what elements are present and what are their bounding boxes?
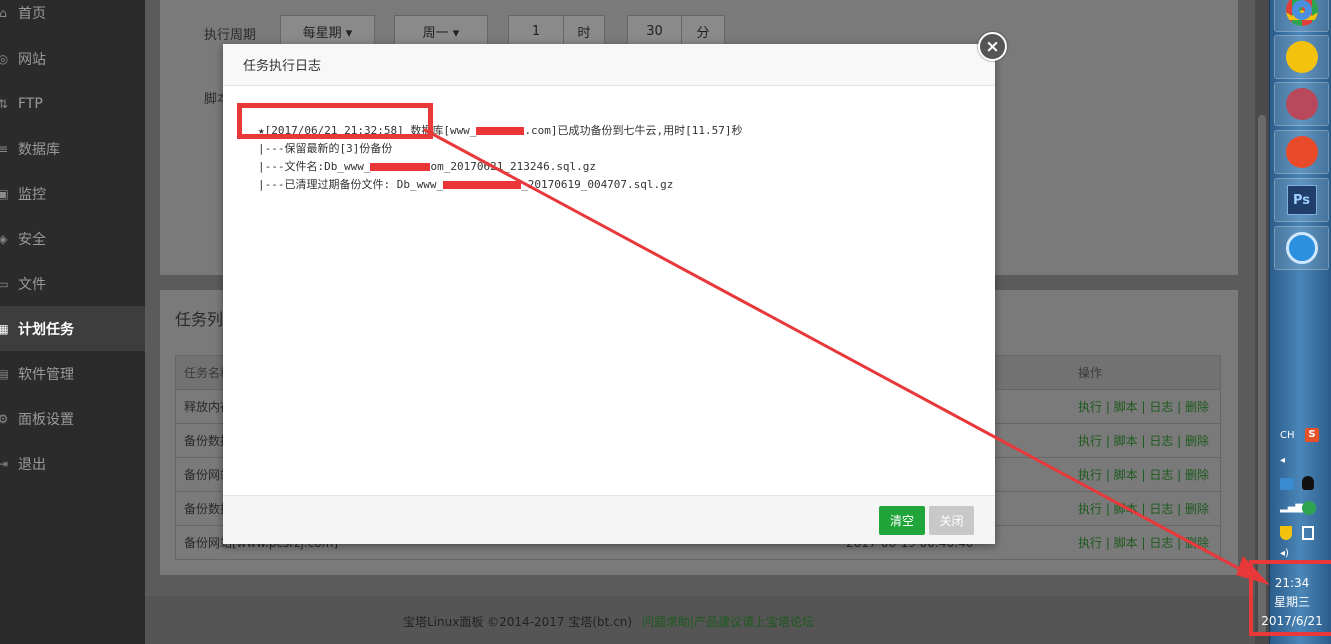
task-actions[interactable]: 执行 | 脚本 | 日志 | 删除 (1078, 398, 1209, 415)
shield-tray-icon[interactable] (1280, 526, 1292, 540)
task-list-title: 任务列 (175, 310, 224, 329)
close-button[interactable]: 关闭 (929, 506, 974, 535)
weekday-select[interactable]: 周一 ▾ (394, 15, 488, 47)
clear-button[interactable]: 清空 (879, 506, 925, 535)
redaction-mark (443, 181, 522, 189)
network-icon[interactable]: ▂▄▆ (1280, 502, 1303, 513)
sidebar-item-ftp[interactable]: ⇅ FTP (0, 81, 145, 126)
minute-unit: 分 (681, 15, 725, 47)
folder-icon: ▭ (0, 276, 9, 291)
usb-icon[interactable] (1302, 526, 1314, 540)
globe-icon: ◎ (0, 51, 9, 66)
sidebar-item-website[interactable]: ◎ 网站 (0, 36, 145, 81)
footer: 宝塔Linux面板 ©2014-2017 宝塔(bt.cn) 问题求助|产品建议… (145, 596, 1255, 644)
clock-date: 2017/6/21 (1261, 614, 1323, 628)
taskbar-music[interactable] (1274, 35, 1329, 79)
task-actions[interactable]: 执行 | 脚本 | 日志 | 删除 (1078, 534, 1209, 551)
sogou-icon[interactable]: S (1305, 428, 1319, 442)
sidebar-item-label: 退出 (18, 456, 46, 473)
sidebar-item-logout[interactable]: ⇥ 退出 (0, 441, 145, 486)
redaction-mark (476, 127, 525, 135)
photo-app-icon (1285, 88, 1318, 120)
taskbar-browser[interactable] (1274, 226, 1329, 270)
taskbar-photo-app[interactable] (1274, 82, 1329, 126)
sidebar-item-label: 软件管理 (18, 366, 74, 383)
header-ops: 操作 (1078, 366, 1103, 380)
log-line: |---保留最新的[3]份备份 (258, 142, 393, 155)
log-line: |---文件名:Db_www_ om_20170621_213246.sql.gz (258, 158, 743, 176)
taskbar-bird-app[interactable] (1274, 130, 1329, 174)
music-icon (1285, 41, 1318, 73)
logout-icon: ⇥ (0, 456, 9, 471)
photoshop-icon: Ps (1286, 185, 1317, 215)
log-line-text: om_20170621_213246.sql.gz (430, 160, 597, 173)
clock-time: 21:34 (1274, 576, 1310, 590)
cycle-select[interactable]: 每星期 ▾ (280, 15, 375, 47)
task-actions[interactable]: 执行 | 脚本 | 日志 | 删除 (1078, 500, 1209, 517)
apps-icon: ▤ (0, 366, 9, 381)
taskbar-clock[interactable]: 21:34 星期三 2017/6/21 (1249, 560, 1331, 636)
gear-icon: ⚙ (0, 411, 9, 426)
redaction-mark (370, 163, 431, 171)
page-scrollbar[interactable] (1255, 0, 1269, 644)
cycle-label: 执行周期 (204, 28, 257, 43)
hour-unit: 时 (563, 15, 605, 47)
security-tray-icon[interactable] (1302, 501, 1316, 515)
qq-icon[interactable] (1302, 476, 1314, 490)
home-icon: ⌂ (0, 5, 7, 20)
task-actions[interactable]: 执行 | 脚本 | 日志 | 删除 (1078, 466, 1209, 483)
shield-icon: ◈ (0, 231, 8, 246)
timestamp-highlight-box (237, 103, 433, 139)
sidebar-item-label: 文件 (18, 276, 46, 293)
sidebar-item-files[interactable]: ▭ 文件 (0, 261, 145, 306)
task-actions[interactable]: 执行 | 脚本 | 日志 | 删除 (1078, 432, 1209, 449)
log-line-text: |---文件名:Db_www_ (258, 160, 371, 173)
footer-copyright: 宝塔Linux面板 ©2014-2017 宝塔(bt.cn) (403, 615, 633, 629)
scrollbar-thumb[interactable] (1258, 115, 1266, 635)
bird-app-icon (1285, 136, 1318, 168)
ime-indicator[interactable]: CH (1280, 430, 1295, 441)
sidebar: ⌂ 首页 ◎ 网站 ⇅ FTP ≡ 数据库 ▣ 监控 ◈ 安全 ▭ 文件 ▦ 计划任务 ▤ 软件管… (0, 0, 145, 644)
modal-close-icon[interactable]: × (978, 32, 1007, 61)
volume-icon[interactable]: ◂) (1280, 548, 1289, 559)
database-icon: ≡ (0, 141, 9, 156)
log-line-text: _20170619_004707.sql.gz (521, 178, 674, 191)
modal-header: 任务执行日志 (223, 44, 995, 86)
sidebar-item-cron[interactable]: ▦ 计划任务 (0, 306, 145, 351)
ftp-icon: ⇅ (0, 96, 9, 111)
sidebar-item-label: 安全 (18, 231, 46, 248)
chrome-icon (1285, 0, 1318, 26)
sidebar-item-security[interactable]: ◈ 安全 (0, 216, 145, 261)
monitor-icon: ▣ (0, 186, 9, 201)
tray-app-icon[interactable] (1280, 478, 1294, 490)
modal-body: ★[2017/06/21 21:32:58] 数据库[www_ .com]已成功备… (223, 86, 995, 495)
calendar-icon: ▦ (0, 321, 9, 336)
sidebar-item-label: 计划任务 (18, 321, 74, 338)
hour-input[interactable]: 1 (508, 15, 564, 47)
taskbar-photoshop[interactable]: Ps (1274, 178, 1329, 222)
sidebar-item-label: 数据库 (18, 141, 60, 158)
log-line-text: .com]已成功备份到七牛云,用时[11.57]秒 (524, 124, 743, 137)
minute-input[interactable]: 30 (627, 15, 682, 47)
modal-footer: 清空 关闭 (223, 495, 995, 544)
sidebar-item-label: 监控 (18, 186, 46, 203)
sidebar-item-label: 面板设置 (18, 411, 74, 428)
sidebar-item-label: FTP (18, 95, 43, 112)
sidebar-item-software[interactable]: ▤ 软件管理 (0, 351, 145, 396)
log-line-text: |---已清理过期备份文件: Db_www_ (258, 178, 444, 191)
sidebar-item-label: 首页 (18, 5, 46, 22)
log-line: |---已清理过期备份文件: Db_www_ _20170619_004707.s… (258, 176, 743, 194)
sidebar-item-monitor[interactable]: ▣ 监控 (0, 171, 145, 216)
taskbar-chrome[interactable] (1274, 0, 1329, 32)
sidebar-item-label: 网站 (18, 51, 46, 68)
modal-title: 任务执行日志 (243, 59, 322, 74)
browser-icon (1285, 232, 1318, 264)
sidebar-item-settings[interactable]: ⚙ 面板设置 (0, 396, 145, 441)
sidebar-item-home[interactable]: ⌂ 首页 (0, 0, 145, 35)
clock-weekday: 星期三 (1273, 595, 1310, 609)
sidebar-item-database[interactable]: ≡ 数据库 (0, 126, 145, 171)
tray-expand-icon[interactable]: ◂ (1280, 455, 1285, 466)
footer-links[interactable]: 问题求助|产品建议请上宝塔论坛 (642, 613, 814, 630)
taskbar: Ps CH S ◂ ▂▄▆ ◂) (1269, 0, 1331, 644)
